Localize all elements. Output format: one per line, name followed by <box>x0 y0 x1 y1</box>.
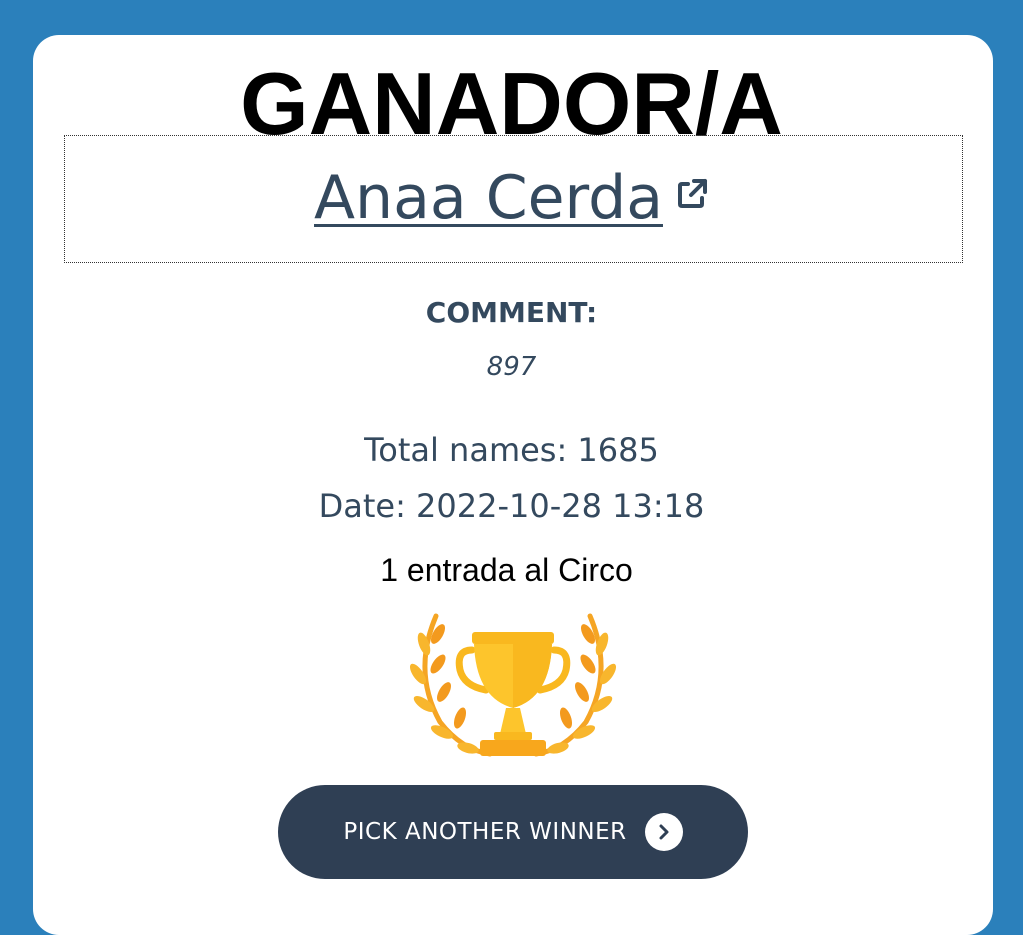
pick-another-winner-button[interactable]: PICK ANOTHER WINNER <box>278 785 748 879</box>
comment-text: 897 <box>486 352 537 382</box>
trophy-laurel-icon <box>409 612 617 760</box>
prize-text: 1 entrada al Circo <box>380 552 633 588</box>
winner-row: Anaa Cerda <box>0 160 1023 236</box>
chevron-right-icon <box>644 813 683 851</box>
winner-name-link[interactable]: Anaa Cerda <box>314 163 663 233</box>
external-link-icon[interactable] <box>675 177 709 211</box>
draw-date: Date: 2022-10-28 13:18 <box>318 487 705 525</box>
pick-another-winner-label: PICK ANOTHER WINNER <box>343 819 627 845</box>
total-names: Total names: 1685 <box>364 431 659 469</box>
comment-label: COMMENT: <box>425 296 598 329</box>
